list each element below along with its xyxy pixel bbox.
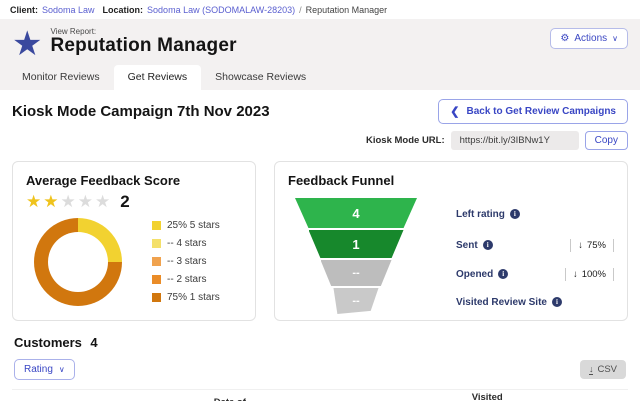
- actions-button-label: Actions: [574, 33, 608, 44]
- score-value: 2: [120, 192, 130, 211]
- donut-chart: [34, 218, 122, 306]
- star-icon: ★: [43, 192, 59, 211]
- funnel-stage-label: Visited Review Site: [456, 296, 547, 308]
- legend-label: -- 3 stars: [167, 256, 207, 267]
- main-content: Kiosk Mode Campaign 7th Nov 2023 ❮ Back …: [0, 90, 640, 401]
- page-title: Reputation Manager: [50, 35, 237, 56]
- report-header: ★ View Report: Reputation Manager ⚙ Acti…: [0, 19, 640, 65]
- copy-url-button[interactable]: Copy: [584, 131, 628, 150]
- funnel-card-title: Feedback Funnel: [288, 173, 395, 188]
- legend-swatch: [152, 293, 161, 302]
- legend-swatch: [152, 275, 161, 284]
- funnel-stage-label: Opened: [456, 268, 494, 280]
- legend-label: 25% 5 stars: [167, 220, 220, 231]
- kiosk-url-field[interactable]: https://bit.ly/3IBNw1Y: [450, 131, 579, 150]
- tab-bar: Monitor Reviews Get Reviews Showcase Rev…: [0, 65, 640, 90]
- star-logo-icon: ★: [12, 25, 43, 63]
- info-icon[interactable]: i: [498, 269, 509, 279]
- drop-percentage-badge: ↓ 100%: [564, 267, 614, 281]
- breadcrumb: Client: Sodoma Law Location: Sodoma Law …: [0, 0, 640, 19]
- rating-filter-label: Rating: [24, 364, 53, 375]
- star-icon: ★: [95, 192, 111, 211]
- legend-item-5-stars: 25% 5 stars: [152, 220, 220, 231]
- actions-button[interactable]: ⚙ Actions ∨: [550, 28, 628, 49]
- csv-button-label: CSV: [597, 364, 617, 375]
- legend-swatch: [152, 257, 161, 266]
- tab-monitor-reviews[interactable]: Monitor Reviews: [8, 65, 114, 90]
- average-feedback-score-card: Average Feedback Score ★ ★ ★ ★ ★ 2 25% 5 sta…: [12, 161, 256, 321]
- funnel-label-row: Visited Review Site i: [456, 288, 614, 316]
- table-header-row: ⇅Customer Details ⇅Status ⇅Date of Feedb…: [12, 389, 628, 401]
- kiosk-url-label: Kiosk Mode URL:: [366, 135, 445, 146]
- customers-table: ⇅Customer Details ⇅Status ⇅Date of Feedb…: [12, 389, 628, 401]
- legend-swatch: [152, 239, 161, 248]
- campaign-title: Kiosk Mode Campaign 7th Nov 2023: [12, 103, 270, 120]
- breadcrumb-client-link[interactable]: Sodoma Law: [42, 5, 95, 15]
- funnel-label-row: Sent i ↓ 75%: [456, 230, 614, 260]
- funnel-label-row: Opened i ↓ 100%: [456, 260, 614, 288]
- customers-count: 4: [90, 335, 98, 350]
- legend-swatch: [152, 221, 161, 230]
- legend-label: -- 4 stars: [167, 238, 207, 249]
- legend-item-3-stars: -- 3 stars: [152, 256, 220, 267]
- customers-title: Customers: [14, 335, 82, 350]
- legend-item-2-stars: -- 2 stars: [152, 274, 220, 285]
- score-card-title: Average Feedback Score: [26, 173, 181, 188]
- breadcrumb-location-label: Location:: [102, 4, 144, 15]
- header-date-of-feedback[interactable]: ⇅Date of Feedback: [204, 395, 284, 401]
- chevron-down-icon: ∨: [612, 34, 618, 43]
- info-icon[interactable]: i: [482, 240, 493, 250]
- score-legend: 25% 5 stars -- 4 stars -- 3 stars -- 2 s…: [152, 220, 220, 306]
- download-icon: ↓: [588, 363, 594, 375]
- drop-percentage-badge: ↓ 75%: [570, 238, 614, 252]
- gear-icon: ⚙: [560, 33, 570, 44]
- funnel-label-row: Left rating i: [456, 198, 614, 230]
- tab-showcase-reviews[interactable]: Showcase Reviews: [201, 65, 320, 90]
- arrow-down-icon: ↓: [578, 239, 583, 251]
- breadcrumb-client-label: Client:: [10, 4, 38, 15]
- legend-item-4-stars: -- 4 stars: [152, 238, 220, 249]
- breadcrumb-separator: /: [299, 4, 302, 15]
- star-icon: ★: [77, 192, 93, 211]
- funnel-stage-label: Sent: [456, 239, 478, 251]
- legend-label: 75% 1 stars: [167, 292, 220, 303]
- tab-get-reviews[interactable]: Get Reviews: [113, 65, 202, 90]
- star-icon: ★: [60, 192, 76, 211]
- chevron-down-icon: ∨: [58, 365, 65, 374]
- funnel-segment-opened: --: [320, 260, 392, 286]
- star-rating: ★ ★ ★ ★ ★: [26, 193, 110, 211]
- funnel-stage-label: Left rating: [456, 208, 505, 220]
- funnel-segment-sent: 1: [308, 230, 404, 258]
- back-to-campaigns-button[interactable]: ❮ Back to Get Review Campaigns: [438, 99, 628, 124]
- info-icon[interactable]: i: [551, 297, 562, 307]
- breadcrumb-location-link[interactable]: Sodoma Law (SODOMALAW-28203): [147, 5, 295, 15]
- star-icon: ★: [26, 192, 42, 211]
- csv-export-button[interactable]: ↓ CSV: [579, 360, 626, 379]
- arrow-down-icon: ↓: [572, 268, 578, 280]
- funnel-segment-visited: --: [333, 288, 379, 314]
- legend-item-1-stars: 75% 1 stars: [152, 292, 220, 303]
- header-visited-review-sites[interactable]: ⇅Visited Review Sites: [462, 390, 524, 401]
- rating-filter-dropdown[interactable]: Rating ∨: [14, 359, 75, 380]
- feedback-funnel-card: Feedback Funnel 4 1 -- -- Left rating i S…: [274, 161, 628, 321]
- breadcrumb-current-page: Reputation Manager: [305, 4, 388, 15]
- back-button-label: Back to Get Review Campaigns: [466, 106, 617, 117]
- legend-label: -- 2 stars: [167, 274, 207, 285]
- funnel-chart: 4 1 -- --: [288, 198, 424, 316]
- chevron-left-icon: ❮: [450, 106, 460, 118]
- funnel-segment-left-rating: 4: [295, 198, 417, 228]
- info-icon[interactable]: i: [509, 209, 520, 219]
